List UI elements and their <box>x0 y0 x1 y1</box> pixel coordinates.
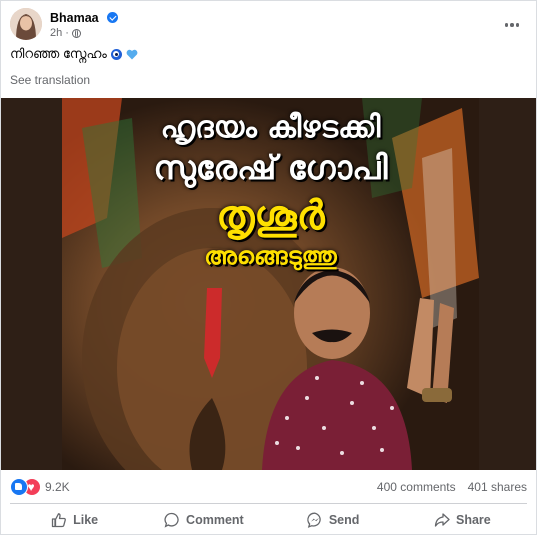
author-avatar[interactable] <box>10 8 42 40</box>
share-label: Share <box>456 513 491 527</box>
share-arrow-icon <box>434 513 450 527</box>
globe-icon <box>71 28 81 38</box>
like-button[interactable]: Like <box>10 506 139 534</box>
blue-heart-emoji-icon <box>126 49 138 59</box>
thumbs-up-icon <box>51 513 67 528</box>
send-label: Send <box>328 513 360 527</box>
share-button[interactable]: Share <box>398 506 527 534</box>
poster-line-3: തൃശൂർ <box>216 193 325 239</box>
comment-button[interactable]: Comment <box>139 506 268 534</box>
divider <box>10 503 527 504</box>
comments-count[interactable]: 400 comments <box>377 480 456 494</box>
shares-count[interactable]: 401 shares <box>468 480 527 494</box>
post-stats: 9.2K 400 comments 401 shares <box>10 478 527 498</box>
poster-line-4: അങ്ങെടുത്തു <box>204 242 337 270</box>
nazar-amulet-emoji-icon <box>110 48 122 60</box>
like-label: Like <box>73 513 99 527</box>
send-button[interactable]: Send <box>269 506 398 534</box>
comment-label: Comment <box>186 513 244 527</box>
post-caption: നിറഞ്ഞ സ്നേഹം <box>10 46 138 62</box>
facebook-post: Bhamaa 2h · നിറഞ്ഞ സ്നേഹം See translatio… <box>0 0 537 535</box>
reaction-count: 9.2K <box>45 480 70 494</box>
post-header: Bhamaa 2h · <box>10 7 536 41</box>
like-reaction-icon <box>10 478 28 496</box>
post-image[interactable]: ഹൃദയം കീഴടക്കി സുരേഷ് ഗോപി തൃശൂർ അങ്ങെടു… <box>1 98 536 470</box>
engagement-counts: 400 comments 401 shares <box>377 480 527 494</box>
see-translation-link[interactable]: See translation <box>10 73 90 87</box>
post-actions: Like Comment Send Share <box>10 506 527 534</box>
messenger-icon <box>307 512 321 528</box>
reactions-summary[interactable]: 9.2K <box>10 478 70 496</box>
post-meta: 2h · <box>50 27 81 39</box>
author-name[interactable]: Bhamaa <box>50 11 99 25</box>
poster-image: ഹൃദയം കീഴടക്കി സുരേഷ് ഗോപി തൃശൂർ അങ്ങെടു… <box>62 98 479 470</box>
comment-bubble-icon <box>164 512 179 528</box>
poster-line-1: ഹൃദയം കീഴടക്കി <box>160 110 381 145</box>
more-options-icon[interactable] <box>504 17 520 33</box>
poster-line-2: സുരേഷ് ഗോപി <box>153 148 388 187</box>
verified-badge-icon <box>107 12 118 23</box>
caption-text: നിറഞ്ഞ സ്നേഹം <box>10 46 107 61</box>
post-time[interactable]: 2h <box>50 27 62 39</box>
